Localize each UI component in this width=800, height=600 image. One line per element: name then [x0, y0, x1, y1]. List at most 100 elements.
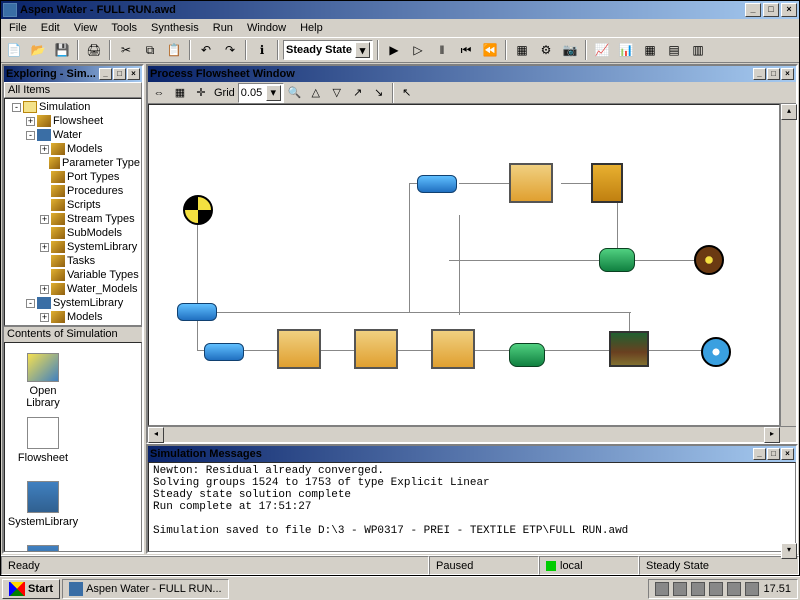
mixer-2[interactable] [204, 343, 244, 361]
fs-tool-1[interactable]: ⇔ [149, 84, 169, 102]
fs-tool-5[interactable]: ▽ [327, 84, 347, 102]
grid-combo[interactable]: 0.05 ▾ [238, 83, 284, 103]
fs-tool-6[interactable]: ↗ [348, 84, 368, 102]
table1-button[interactable]: ▦ [639, 39, 661, 61]
tree-expander[interactable]: + [26, 117, 35, 126]
tree-header[interactable]: All Items [4, 82, 142, 98]
menu-window[interactable]: Window [241, 21, 292, 35]
contents-pane[interactable]: Open LibraryFlowsheetSystemLibraryWaterS… [4, 342, 142, 552]
tree-expander[interactable]: + [40, 285, 49, 294]
mode-combo[interactable]: Steady State ▾ [283, 40, 373, 60]
cut-button[interactable]: ✂ [115, 39, 137, 61]
flowsheet-min-button[interactable]: _ [753, 68, 766, 80]
run-button[interactable]: ▶ [383, 39, 405, 61]
pause-button[interactable]: ‖ [431, 39, 453, 61]
explorer-min-button[interactable]: _ [99, 68, 112, 80]
explorer-max-button[interactable]: □ [113, 68, 126, 80]
flowsheet-vscroll[interactable]: ▴ ▾ [780, 104, 796, 426]
scroll-down-button[interactable]: ▾ [781, 543, 797, 559]
tree-node[interactable]: Scripts [6, 198, 140, 212]
contents-item[interactable]: Water [13, 545, 73, 552]
mixer-3[interactable] [509, 343, 545, 367]
separator-top[interactable] [591, 163, 623, 203]
contents-item[interactable]: Flowsheet [13, 417, 73, 473]
product-blue[interactable] [701, 337, 731, 367]
tree-node[interactable]: SubModels [6, 226, 140, 240]
tree-expander[interactable]: + [40, 313, 49, 322]
tree-node[interactable]: -Water [6, 128, 140, 142]
source-feed[interactable] [183, 195, 213, 225]
tree-expander[interactable]: - [26, 299, 35, 308]
reactor-1[interactable] [277, 329, 321, 369]
tree-node[interactable]: -SystemLibrary [6, 296, 140, 310]
tree-expander[interactable]: + [40, 145, 49, 154]
tree-expander[interactable]: + [40, 243, 49, 252]
fs-pointer[interactable]: ↖ [397, 84, 417, 102]
maximize-button[interactable]: □ [763, 3, 779, 17]
tree-node[interactable]: +Water_Models [6, 282, 140, 296]
help-button[interactable]: ℹ [251, 39, 273, 61]
tree-node[interactable]: Parameter Type [6, 156, 140, 170]
product-brown[interactable] [694, 245, 724, 275]
flowsheet-canvas[interactable] [148, 104, 780, 426]
table2-button[interactable]: ▤ [663, 39, 685, 61]
menu-tools[interactable]: Tools [105, 21, 143, 35]
mixer-top[interactable] [599, 248, 635, 272]
tool-a[interactable]: ▦ [511, 39, 533, 61]
save-button[interactable]: 💾 [51, 39, 73, 61]
print-button[interactable]: 🖨 [83, 39, 105, 61]
step-button[interactable]: ▷ [407, 39, 429, 61]
tree-node[interactable]: Procedures [6, 184, 140, 198]
clarifier[interactable] [609, 331, 649, 367]
tree-view[interactable]: -Simulation+Flowsheet-Water+ModelsParame… [4, 98, 142, 326]
messages-body[interactable]: Newton: Residual already converged. Solv… [148, 462, 796, 552]
tool-c[interactable]: 📷 [559, 39, 581, 61]
fs-tool-7[interactable]: ↘ [369, 84, 389, 102]
flowsheet-close-button[interactable]: × [781, 68, 794, 80]
tree-node[interactable]: Tasks [6, 254, 140, 268]
taskbar-app-button[interactable]: Aspen Water - FULL RUN... [62, 579, 229, 599]
open-button[interactable]: 📂 [27, 39, 49, 61]
contents-item[interactable]: Open Library [13, 353, 73, 409]
explorer-close-button[interactable]: × [127, 68, 140, 80]
chevron-down-icon[interactable]: ▾ [266, 85, 281, 101]
redo-button[interactable]: ↷ [219, 39, 241, 61]
splitter-1[interactable] [177, 303, 217, 321]
menu-help[interactable]: Help [294, 21, 329, 35]
scroll-right-button[interactable]: ▸ [764, 427, 780, 443]
tree-node[interactable]: Variable Types [6, 268, 140, 282]
menu-synthesis[interactable]: Synthesis [145, 21, 205, 35]
paste-button[interactable]: 📋 [163, 39, 185, 61]
tray-icon-5[interactable] [727, 582, 741, 596]
system-tray[interactable]: 17.51 [648, 579, 798, 599]
messages-min-button[interactable]: _ [753, 448, 766, 460]
messages-close-button[interactable]: × [781, 448, 794, 460]
tray-icon-3[interactable] [691, 582, 705, 596]
minimize-button[interactable]: _ [745, 3, 761, 17]
tool-b[interactable]: ⚙ [535, 39, 557, 61]
new-button[interactable]: 📄 [3, 39, 25, 61]
flowsheet-hscroll[interactable]: ◂ ▸ [148, 426, 796, 442]
start-button[interactable]: Start [2, 579, 60, 599]
fs-tool-2[interactable]: ▦ [170, 84, 190, 102]
chevron-down-icon[interactable]: ▾ [355, 42, 370, 58]
reactor-2[interactable] [354, 329, 398, 369]
barchart-button[interactable]: 📊 [615, 39, 637, 61]
messages-max-button[interactable]: □ [767, 448, 780, 460]
fs-tool-3[interactable]: ✛ [191, 84, 211, 102]
tree-node[interactable]: +Flowsheet [6, 114, 140, 128]
tree-node[interactable]: +Models [6, 142, 140, 156]
rewind-button[interactable]: ⏮ [455, 39, 477, 61]
tree-expander[interactable]: - [12, 103, 21, 112]
tray-icon-2[interactable] [673, 582, 687, 596]
menu-edit[interactable]: Edit [35, 21, 66, 35]
fs-tool-zoom[interactable]: 🔍 [285, 84, 305, 102]
close-button[interactable]: × [781, 3, 797, 17]
menu-view[interactable]: View [68, 21, 104, 35]
tree-node[interactable]: +Models [6, 310, 140, 324]
splitter-top[interactable] [417, 175, 457, 193]
flowsheet-max-button[interactable]: □ [767, 68, 780, 80]
undo-button[interactable]: ↶ [195, 39, 217, 61]
tree-expander[interactable]: - [26, 131, 35, 140]
tank-top-1[interactable] [509, 163, 553, 203]
